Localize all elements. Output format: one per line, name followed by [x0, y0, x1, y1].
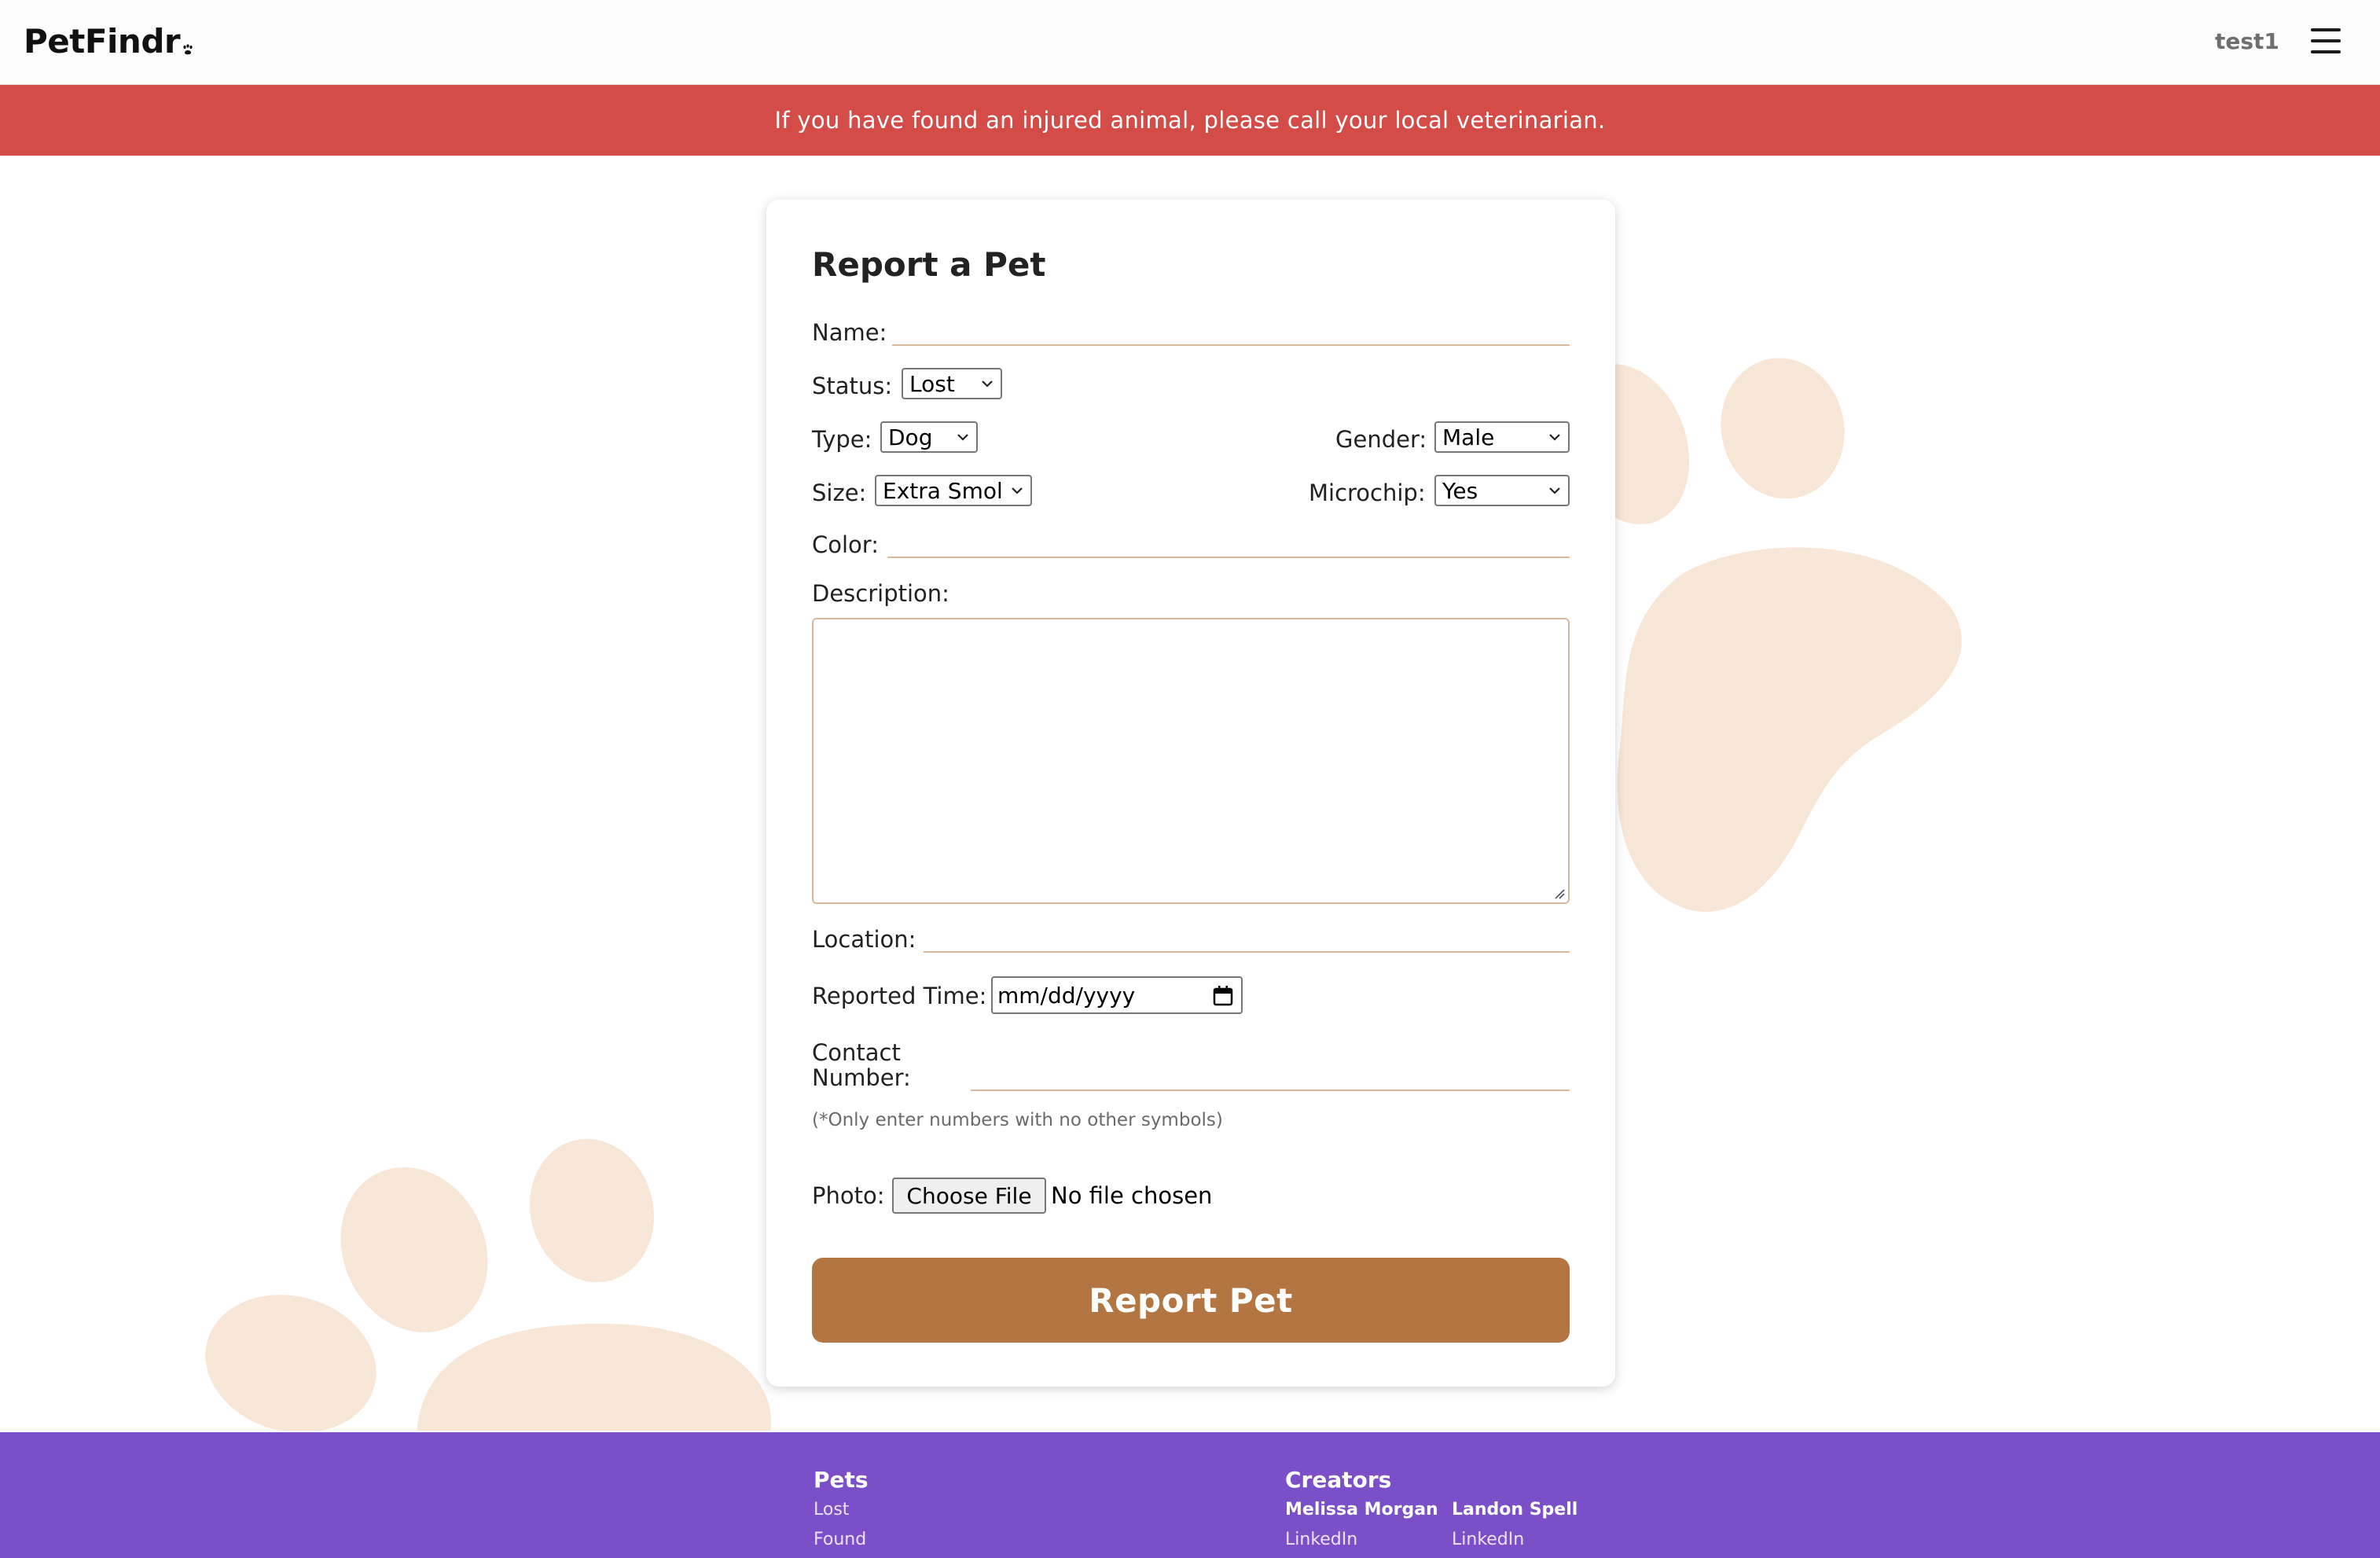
petfindr-logo[interactable]: PetFindr [24, 22, 194, 61]
report-pet-button[interactable]: Report Pet [812, 1258, 1570, 1343]
alert-message: If you have found an injured animal, ple… [774, 107, 1606, 134]
type-selected-value: Dog [888, 424, 933, 450]
contact-number-input[interactable] [971, 1060, 1570, 1091]
photo-label: Photo: [812, 1182, 885, 1209]
creator-name-melissa: Melissa Morgan [1285, 1500, 1438, 1519]
name-input[interactable] [892, 314, 1570, 346]
report-pet-form-card: Report a Pet Name: Status: Lost Type: Do… [766, 200, 1615, 1387]
name-label: Name: [812, 319, 887, 346]
creator-linkedin-melissa[interactable]: LinkedIn [1285, 1530, 1357, 1549]
status-label: Status: [812, 373, 893, 399]
gender-select[interactable]: Male [1434, 421, 1570, 453]
resize-handle-icon[interactable] [1551, 885, 1565, 899]
color-input[interactable] [887, 527, 1570, 558]
contact-number-hint: (*Only enter numbers with no other symbo… [812, 1110, 1223, 1130]
paw-print-decoration-left [205, 1138, 772, 1431]
file-status-text: No file chosen [1051, 1182, 1213, 1209]
username-label[interactable]: test1 [2215, 28, 2279, 54]
color-label: Color: [812, 531, 879, 558]
size-selected-value: Extra Smol [883, 477, 1003, 504]
site-footer: Pets Lost Found Creators Melissa Morgan … [0, 1432, 2380, 1558]
chevron-down-icon [982, 380, 993, 388]
contact-number-label-line1: Contact [812, 1039, 901, 1066]
hamburger-menu-icon[interactable] [2311, 28, 2341, 53]
logo-text: PetFindr [24, 22, 181, 61]
size-select[interactable]: Extra Smol [875, 475, 1032, 506]
footer-pets-heading: Pets [814, 1467, 869, 1493]
choose-file-button[interactable]: Choose File [892, 1178, 1046, 1214]
description-textarea[interactable] [812, 618, 1570, 904]
location-label: Location: [812, 926, 916, 953]
calendar-icon[interactable] [1211, 984, 1235, 1008]
creator-name-landon: Landon Spell [1452, 1500, 1578, 1519]
form-title: Report a Pet [812, 245, 1046, 284]
location-input[interactable] [924, 921, 1570, 953]
microchip-select[interactable]: Yes [1434, 475, 1570, 506]
chevron-down-icon [1549, 487, 1560, 494]
type-select[interactable]: Dog [880, 421, 978, 453]
footer-link-lost[interactable]: Lost [814, 1500, 849, 1519]
chevron-down-icon [1549, 434, 1560, 441]
gender-label: Gender: [1335, 426, 1427, 453]
creator-linkedin-landon[interactable]: LinkedIn [1452, 1530, 1524, 1549]
reported-time-date-input[interactable]: mm/dd/yyyy [991, 976, 1243, 1014]
date-placeholder: mm/dd/yyyy [997, 982, 1136, 1009]
type-label: Type: [812, 426, 872, 453]
footer-link-found[interactable]: Found [814, 1530, 866, 1549]
chevron-down-icon [1012, 487, 1023, 494]
status-select[interactable]: Lost [902, 368, 1002, 399]
paw-print-decoration-right [1564, 358, 1962, 912]
chevron-down-icon [957, 434, 968, 441]
microchip-selected-value: Yes [1442, 477, 1478, 504]
paw-icon [183, 44, 193, 55]
footer-creators-heading: Creators [1285, 1467, 1392, 1493]
reported-time-label: Reported Time: [812, 983, 987, 1009]
microchip-label: Microchip: [1309, 480, 1426, 506]
injured-animal-alert-banner: If you have found an injured animal, ple… [0, 85, 2380, 156]
gender-selected-value: Male [1442, 424, 1495, 450]
contact-number-label-line2: Number: [812, 1064, 911, 1091]
top-header: PetFindr test1 [0, 0, 2380, 85]
description-label: Description: [812, 580, 949, 607]
status-selected-value: Lost [909, 370, 955, 397]
size-label: Size: [812, 480, 867, 506]
